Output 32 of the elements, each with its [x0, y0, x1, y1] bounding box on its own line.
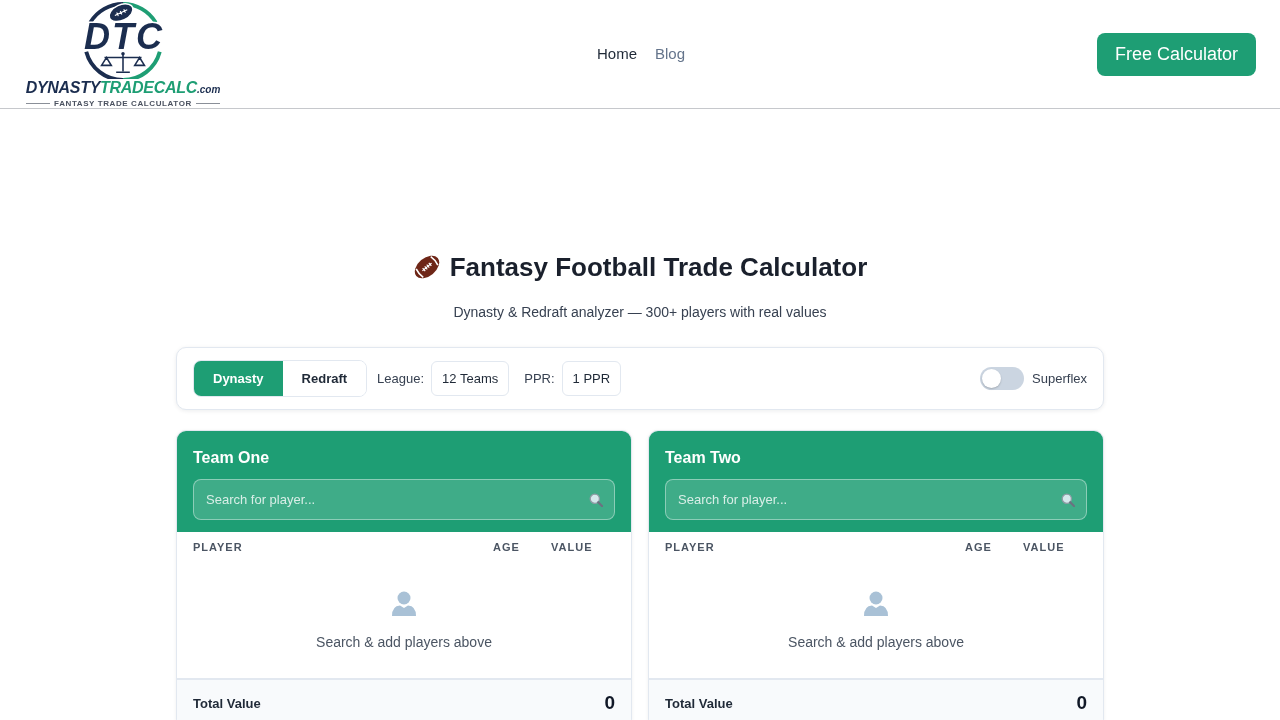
toggle-label: Superflex: [1032, 371, 1087, 386]
team-title: Team One: [193, 448, 270, 468]
football-icon: [412, 253, 441, 281]
column-header: AGE: [493, 540, 520, 554]
total-label: Total Value: [193, 695, 261, 711]
nav-link[interactable]: Home: [596, 44, 637, 64]
empty-message: Search & add players above: [788, 633, 964, 652]
column-header: AGE: [965, 540, 992, 554]
select-field[interactable]: 1 PPR: [561, 361, 622, 396]
column-header: VALUE: [1023, 540, 1065, 554]
search-icon: [589, 493, 603, 507]
field-label: League:: [377, 371, 425, 386]
total-value: 0: [604, 692, 615, 714]
logo-emblem: DTC: [73, 0, 173, 79]
person-silhouette-icon: [391, 590, 417, 616]
select-field[interactable]: 12 Teams: [431, 361, 510, 396]
total-value: 0: [1076, 692, 1087, 714]
logo-tagline: FANTASY TRADE CALCULATOR: [54, 98, 192, 108]
search-icon: [1061, 493, 1075, 507]
field-label: PPR:: [524, 371, 555, 386]
empty-message: Search & add players above: [316, 633, 492, 652]
team-title: Team Two: [665, 448, 741, 468]
page-title: Fantasy Football Trade Calculator: [449, 251, 868, 284]
nav-link[interactable]: Blog: [655, 44, 685, 64]
total-label: Total Value: [665, 695, 733, 711]
logo-wordmark: DYNASTYTRADECALC.com: [25, 78, 221, 98]
page-subtitle: Dynasty & Redraft analyzer — 300+ players with real values: [453, 303, 827, 322]
column-header: PLAYER: [665, 540, 715, 554]
person-silhouette-icon: [863, 590, 889, 616]
column-header: PLAYER: [193, 540, 243, 554]
superflex-toggle[interactable]: [980, 367, 1025, 390]
column-header: VALUE: [551, 540, 593, 554]
